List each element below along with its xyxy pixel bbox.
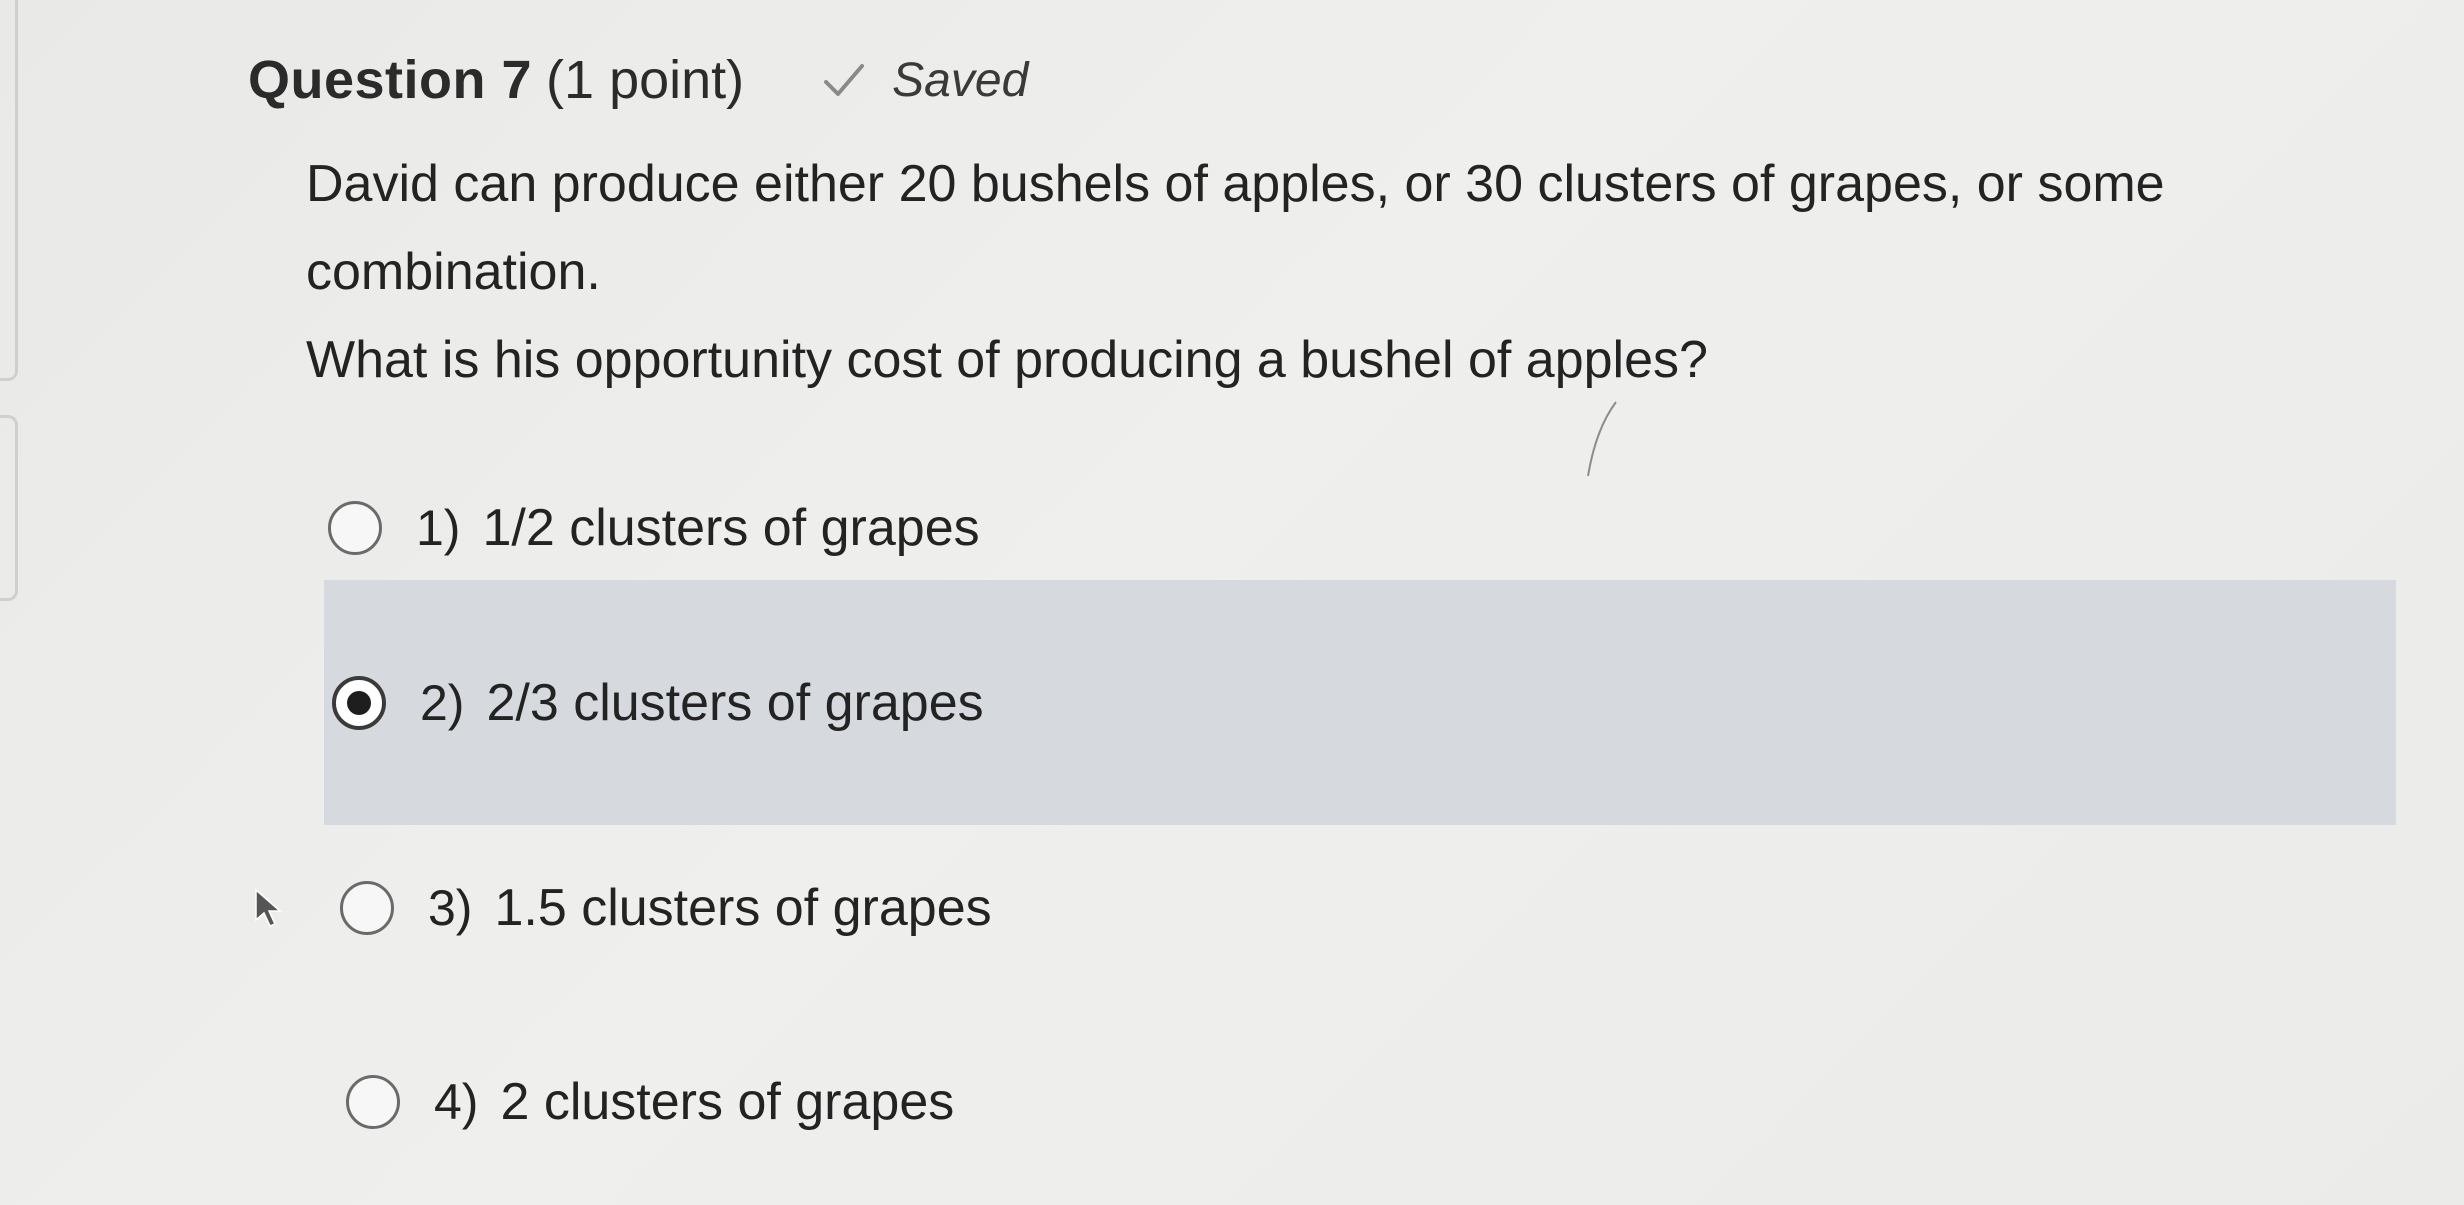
answer-option-2[interactable]: 2) 2/3 clusters of grapes — [324, 580, 2396, 825]
mouse-cursor-icon — [254, 888, 284, 928]
option-number: 4) — [434, 1074, 479, 1130]
answer-options: 1) 1/2 clusters of grapes 2) 2/3 cluster… — [0, 0, 2464, 1205]
option-number: 3) — [428, 880, 473, 936]
option-text: 2/3 clusters of grapes — [486, 673, 984, 732]
answer-option-3[interactable]: 3) 1.5 clusters of grapes — [340, 868, 992, 948]
option-text: 2 clusters of grapes — [500, 1073, 955, 1131]
answer-option-4[interactable]: 4) 2 clusters of grapes — [346, 1062, 954, 1142]
quiz-page: Question 7 (1 point) Saved David can pro… — [0, 0, 2464, 1205]
option-text: 1/2 clusters of grapes — [482, 499, 980, 557]
answer-option-1[interactable]: 1) 1/2 clusters of grapes — [328, 488, 980, 568]
radio-button-1[interactable] — [328, 501, 382, 555]
radio-button-2[interactable] — [332, 675, 386, 730]
option-number: 1) — [416, 500, 461, 556]
radio-button-3[interactable] — [340, 881, 394, 935]
option-text: 1.5 clusters of grapes — [494, 879, 992, 937]
radio-button-4[interactable] — [346, 1075, 400, 1129]
option-number: 2) — [420, 674, 465, 731]
